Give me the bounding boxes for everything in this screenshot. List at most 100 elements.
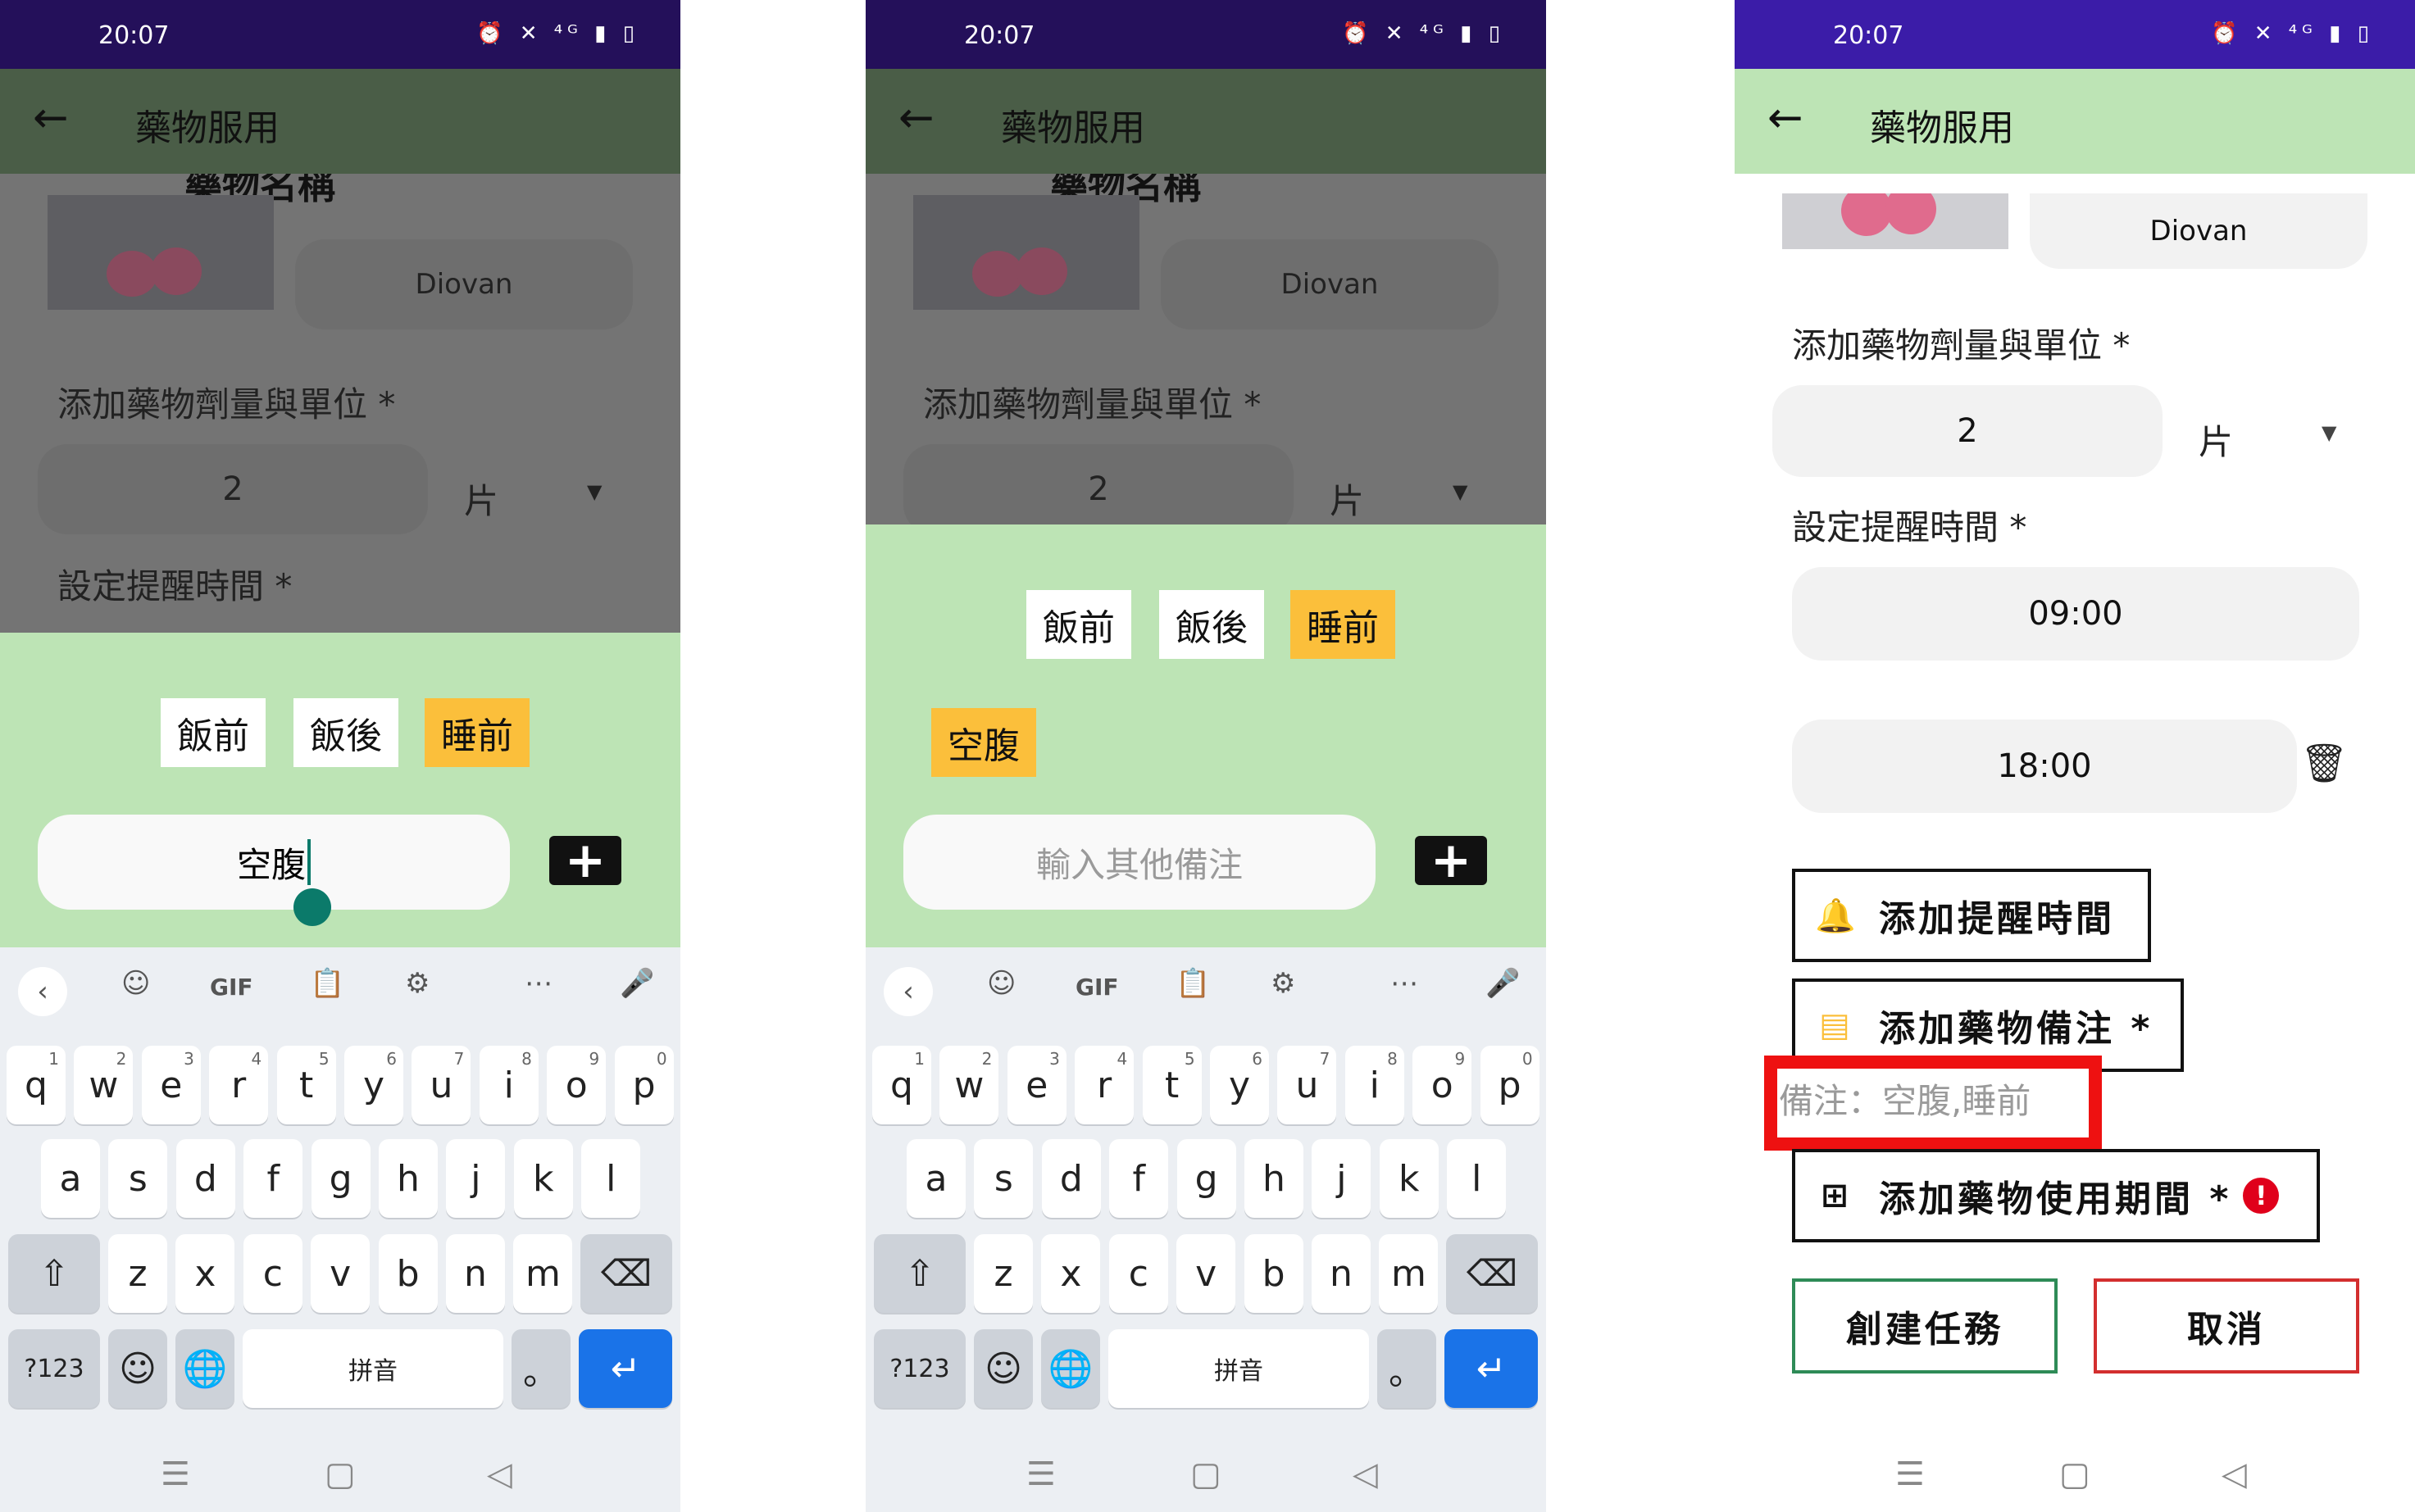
chip-after-meal[interactable]: 飯後	[293, 698, 398, 767]
key-f[interactable]: f	[1109, 1139, 1169, 1218]
add-period-button[interactable]: ⊞ 添加藥物使用期間 * !	[1792, 1149, 2320, 1242]
menu-icon[interactable]: ☰	[1026, 1455, 1056, 1493]
chip-before-meal[interactable]: 飯前	[1026, 590, 1131, 659]
dropdown-arrow-icon[interactable]: ▼	[2322, 421, 2336, 444]
key-x[interactable]: x	[175, 1234, 235, 1313]
key-w[interactable]: w2	[939, 1046, 999, 1124]
dropdown-arrow-icon[interactable]: ▼	[1453, 480, 1467, 503]
nav-back-icon[interactable]: ◁	[487, 1455, 512, 1493]
key-a[interactable]: a	[907, 1139, 966, 1218]
period-key[interactable]: 。	[1377, 1329, 1436, 1408]
shift-key[interactable]: ⇧	[8, 1234, 100, 1313]
reminder-time-field[interactable]: 18:00	[1792, 720, 2297, 813]
language-key[interactable]: 🌐	[175, 1329, 234, 1408]
key-o[interactable]: o9	[1412, 1046, 1472, 1124]
key-t[interactable]: t5	[1142, 1046, 1202, 1124]
chip-before-meal[interactable]: 飯前	[161, 698, 266, 767]
key-n[interactable]: n	[446, 1234, 505, 1313]
backspace-key[interactable]: ⌫	[1446, 1234, 1538, 1313]
sticker-icon[interactable]: ☺	[121, 967, 150, 1000]
symbols-key[interactable]: ?123	[8, 1329, 100, 1408]
key-j[interactable]: j	[446, 1139, 506, 1218]
more-icon[interactable]: ⋯	[525, 967, 553, 1000]
key-m[interactable]: m	[513, 1234, 573, 1313]
space-key[interactable]: 拼音	[1108, 1329, 1369, 1408]
key-w[interactable]: w2	[74, 1046, 134, 1124]
key-s[interactable]: s	[974, 1139, 1034, 1218]
key-g[interactable]: g	[1176, 1139, 1236, 1218]
add-note-plus-button[interactable]: +	[549, 836, 621, 885]
chevron-left-icon[interactable]: ‹	[884, 967, 933, 1016]
key-j[interactable]: j	[1312, 1139, 1371, 1218]
key-n[interactable]: n	[1312, 1234, 1371, 1313]
key-z[interactable]: z	[108, 1234, 167, 1313]
dose-value-field[interactable]: 2	[38, 444, 428, 534]
key-p[interactable]: p0	[1480, 1046, 1540, 1124]
key-d[interactable]: d	[1041, 1139, 1101, 1218]
back-arrow-icon[interactable]: ←	[898, 93, 935, 143]
key-z[interactable]: z	[974, 1234, 1033, 1313]
dose-value-field[interactable]: 2	[1772, 385, 2163, 477]
chevron-left-icon[interactable]: ‹	[18, 967, 67, 1016]
key-s[interactable]: s	[108, 1139, 168, 1218]
chip-bedtime[interactable]: 睡前	[425, 698, 530, 767]
menu-icon[interactable]: ☰	[161, 1455, 190, 1493]
gear-icon[interactable]: ⚙	[1271, 967, 1295, 1000]
key-v[interactable]: v	[311, 1234, 371, 1313]
key-u[interactable]: u7	[1277, 1046, 1337, 1124]
key-r[interactable]: r4	[1075, 1046, 1135, 1124]
key-k[interactable]: k	[513, 1139, 573, 1218]
clipboard-icon[interactable]: 📋	[310, 967, 344, 1000]
drug-name-field[interactable]: Diovan	[295, 239, 633, 329]
reminder-time-field[interactable]: 09:00	[1792, 567, 2359, 661]
symbols-key[interactable]: ?123	[874, 1329, 966, 1408]
chip-bedtime[interactable]: 睡前	[1290, 590, 1395, 659]
key-i[interactable]: i8	[1344, 1046, 1404, 1124]
note-input[interactable]: 空腹	[38, 815, 510, 910]
key-y[interactable]: y6	[344, 1046, 403, 1124]
key-p[interactable]: p0	[614, 1046, 674, 1124]
back-arrow-icon[interactable]: ←	[1767, 93, 1803, 143]
key-v[interactable]: v	[1176, 1234, 1236, 1313]
key-b[interactable]: b	[1244, 1234, 1303, 1313]
create-task-button[interactable]: 創建任務	[1792, 1278, 2058, 1374]
key-q[interactable]: q1	[7, 1046, 66, 1124]
more-icon[interactable]: ⋯	[1390, 967, 1418, 1000]
language-key[interactable]: 🌐	[1041, 1329, 1100, 1408]
space-key[interactable]: 拼音	[243, 1329, 503, 1408]
key-h[interactable]: h	[1244, 1139, 1303, 1218]
microphone-icon[interactable]: 🎤	[620, 967, 654, 1000]
cursor-handle[interactable]	[293, 888, 331, 926]
gear-icon[interactable]: ⚙	[405, 967, 430, 1000]
nav-back-icon[interactable]: ◁	[2222, 1455, 2247, 1493]
dropdown-arrow-icon[interactable]: ▼	[587, 480, 602, 503]
gif-icon[interactable]: GIF	[1076, 974, 1119, 1001]
sticker-icon[interactable]: ☺	[987, 967, 1016, 1000]
home-icon[interactable]: ▢	[2059, 1455, 2090, 1493]
key-h[interactable]: h	[379, 1139, 438, 1218]
dose-unit[interactable]: 片	[1330, 474, 1364, 524]
drug-name-field[interactable]: Diovan	[1161, 239, 1499, 329]
key-l[interactable]: l	[1447, 1139, 1507, 1218]
period-key[interactable]: 。	[512, 1329, 571, 1408]
menu-icon[interactable]: ☰	[1895, 1455, 1925, 1493]
drug-name-field[interactable]: Diovan	[2030, 193, 2367, 269]
key-x[interactable]: x	[1041, 1234, 1101, 1313]
add-note-plus-button[interactable]: +	[1415, 836, 1487, 885]
nav-back-icon[interactable]: ◁	[1353, 1455, 1378, 1493]
home-icon[interactable]: ▢	[1190, 1455, 1221, 1493]
key-b[interactable]: b	[378, 1234, 438, 1313]
enter-key[interactable]: ↵	[579, 1329, 672, 1408]
enter-key[interactable]: ↵	[1444, 1329, 1538, 1408]
cancel-button[interactable]: 取消	[2094, 1278, 2359, 1374]
key-y[interactable]: y6	[1210, 1046, 1269, 1124]
chip-after-meal[interactable]: 飯後	[1159, 590, 1264, 659]
backspace-key[interactable]: ⌫	[580, 1234, 672, 1313]
key-q[interactable]: q1	[872, 1046, 931, 1124]
key-t[interactable]: t5	[276, 1046, 336, 1124]
add-reminder-button[interactable]: 🔔 添加提醒時間	[1792, 869, 2151, 962]
key-u[interactable]: u7	[412, 1046, 471, 1124]
gif-icon[interactable]: GIF	[210, 974, 253, 1001]
back-arrow-icon[interactable]: ←	[33, 93, 69, 143]
key-f[interactable]: f	[243, 1139, 303, 1218]
